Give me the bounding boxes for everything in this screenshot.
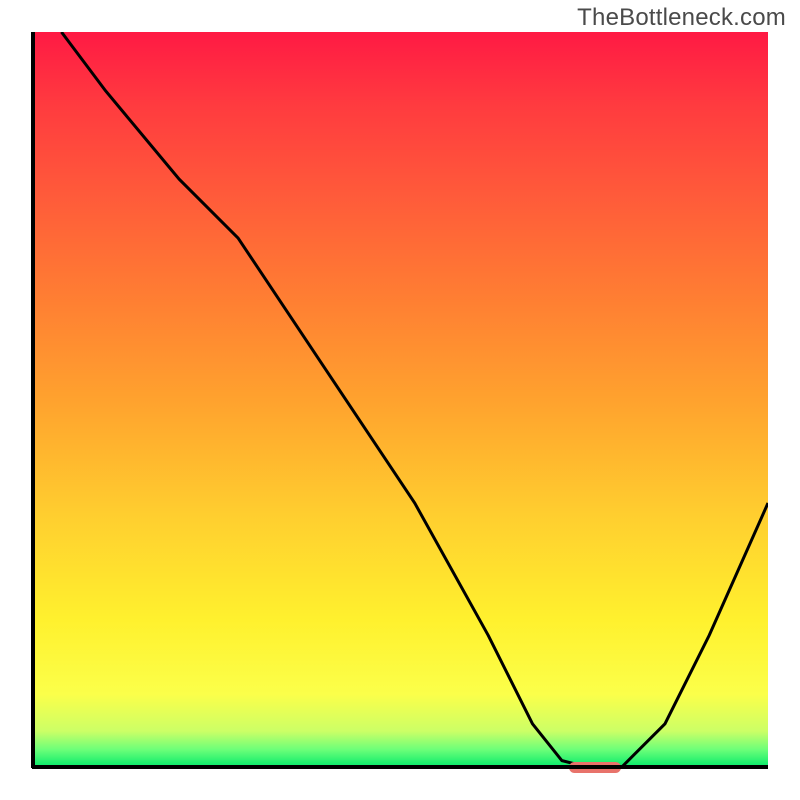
chart-container: TheBottleneck.com	[0, 0, 800, 800]
bottleneck-curve	[61, 32, 768, 768]
curve-svg	[32, 32, 768, 768]
plot-gradient-background	[32, 32, 768, 768]
optimal-marker	[569, 762, 621, 773]
watermark-text: TheBottleneck.com	[577, 4, 786, 32]
